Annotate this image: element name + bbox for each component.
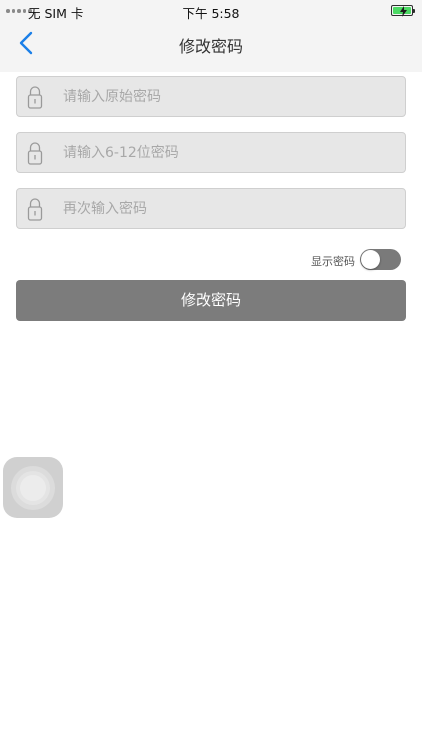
new-password-input[interactable] [63,133,393,172]
page-title: 修改密码 [178,37,243,56]
show-password-toggle[interactable] [360,249,401,270]
battery-icon [391,5,415,17]
lock-icon [27,86,43,109]
confirm-password-field[interactable] [16,188,406,229]
change-password-button[interactable]: 修改密码 [16,280,406,321]
lock-icon [27,142,43,165]
confirm-password-input[interactable] [63,189,393,228]
status-time: 下午 5:58 [182,6,240,21]
original-password-field[interactable] [16,76,406,117]
status-bar: 无 SIM 卡 下午 5:58 [0,0,422,22]
original-password-input[interactable] [63,77,393,116]
lock-icon [27,198,43,221]
navigation-bar: 修改密码 [0,22,422,64]
assistive-touch-button[interactable] [3,457,63,518]
assistive-touch-icon [11,465,55,510]
show-password-label: 显示密码 [311,255,355,268]
new-password-field[interactable] [16,132,406,173]
header-band [0,64,422,72]
toggle-knob [361,250,380,269]
